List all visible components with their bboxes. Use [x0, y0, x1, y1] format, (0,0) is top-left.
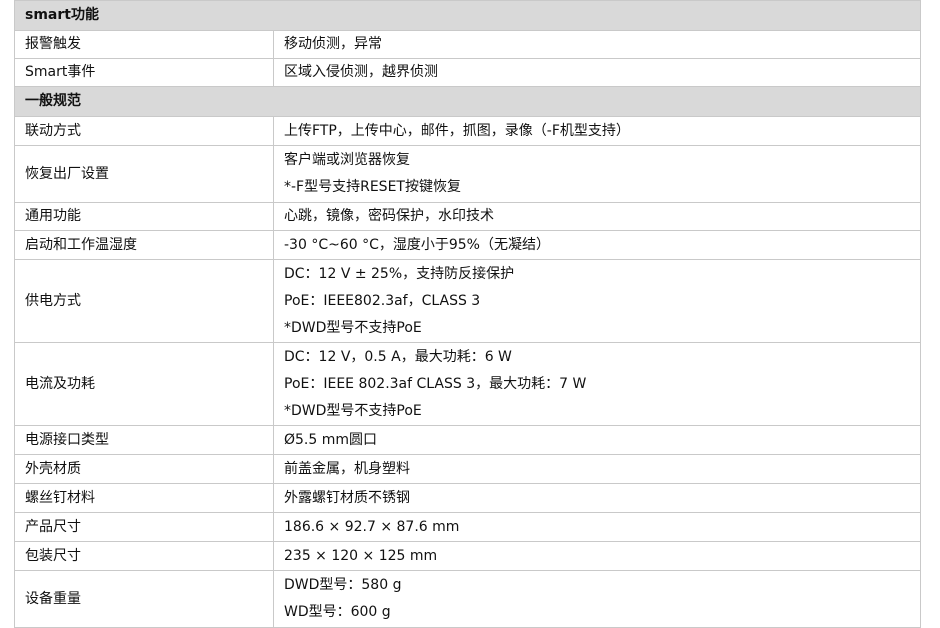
row-value: 客户端或浏览器恢复 *-F型号支持RESET按键恢复 [273, 145, 921, 203]
table-row: 启动和工作温湿度 -30 °C~60 °C，湿度小于95%（无凝结） [14, 230, 921, 260]
row-value: 186.6 × 92.7 × 87.6 mm [273, 512, 921, 542]
section-header-general: 一般规范 [14, 86, 921, 117]
row-label: 恢复出厂设置 [14, 145, 274, 203]
row-value: 前盖金属，机身塑料 [273, 454, 921, 484]
row-label: Smart事件 [14, 58, 274, 87]
section-title: smart功能 [14, 0, 921, 31]
table-row: 设备重量 DWD型号：580 g WD型号：600 g [14, 570, 921, 628]
table-row: 产品尺寸 186.6 × 92.7 × 87.6 mm [14, 512, 921, 542]
row-label: 电流及功耗 [14, 342, 274, 426]
row-label: 通用功能 [14, 202, 274, 231]
row-value: 心跳，镜像，密码保护，水印技术 [273, 202, 921, 231]
row-value: DWD型号：580 g WD型号：600 g [273, 570, 921, 628]
table-row: 包装尺寸 235 × 120 × 125 mm [14, 541, 921, 571]
table-row: 通用功能 心跳，镜像，密码保护，水印技术 [14, 202, 921, 231]
table-row: 供电方式 DC：12 V ± 25%，支持防反接保护 PoE：IEEE802.3… [14, 259, 921, 343]
row-label: 启动和工作温湿度 [14, 230, 274, 260]
table-row: 报警触发 移动侦测，异常 [14, 30, 921, 59]
row-label: 外壳材质 [14, 454, 274, 484]
row-label: 产品尺寸 [14, 512, 274, 542]
row-value: 上传FTP，上传中心，邮件，抓图，录像（-F机型支持） [273, 116, 921, 146]
row-label: 螺丝钉材料 [14, 483, 274, 513]
row-value: 外露螺钉材质不锈钢 [273, 483, 921, 513]
table-row: 螺丝钉材料 外露螺钉材质不锈钢 [14, 483, 921, 513]
table-row: 电源接口类型 Ø5.5 mm圆口 [14, 425, 921, 455]
row-value: -30 °C~60 °C，湿度小于95%（无凝结） [273, 230, 921, 260]
table-row: 电流及功耗 DC：12 V，0.5 A，最大功耗：6 W PoE：IEEE 80… [14, 342, 921, 426]
table-row: 联动方式 上传FTP，上传中心，邮件，抓图，录像（-F机型支持） [14, 116, 921, 146]
row-label: 电源接口类型 [14, 425, 274, 455]
row-value: 移动侦测，异常 [273, 30, 921, 59]
row-value: DC：12 V ± 25%，支持防反接保护 PoE：IEEE802.3af，CL… [273, 259, 921, 343]
row-label: 报警触发 [14, 30, 274, 59]
table-row: Smart事件 区域入侵侦测，越界侦测 [14, 58, 921, 87]
row-value: 235 × 120 × 125 mm [273, 541, 921, 571]
row-label: 供电方式 [14, 259, 274, 343]
spec-table: smart功能 报警触发 移动侦测，异常 Smart事件 区域入侵侦测，越界侦测… [14, 0, 921, 628]
row-value: 区域入侵侦测，越界侦测 [273, 58, 921, 87]
section-title: 一般规范 [14, 86, 921, 117]
table-row: 恢复出厂设置 客户端或浏览器恢复 *-F型号支持RESET按键恢复 [14, 145, 921, 203]
table-row: 外壳材质 前盖金属，机身塑料 [14, 454, 921, 484]
row-value: Ø5.5 mm圆口 [273, 425, 921, 455]
row-label: 设备重量 [14, 570, 274, 628]
row-label: 包装尺寸 [14, 541, 274, 571]
row-value: DC：12 V，0.5 A，最大功耗：6 W PoE：IEEE 802.3af … [273, 342, 921, 426]
row-label: 联动方式 [14, 116, 274, 146]
section-header-smart: smart功能 [14, 0, 921, 31]
